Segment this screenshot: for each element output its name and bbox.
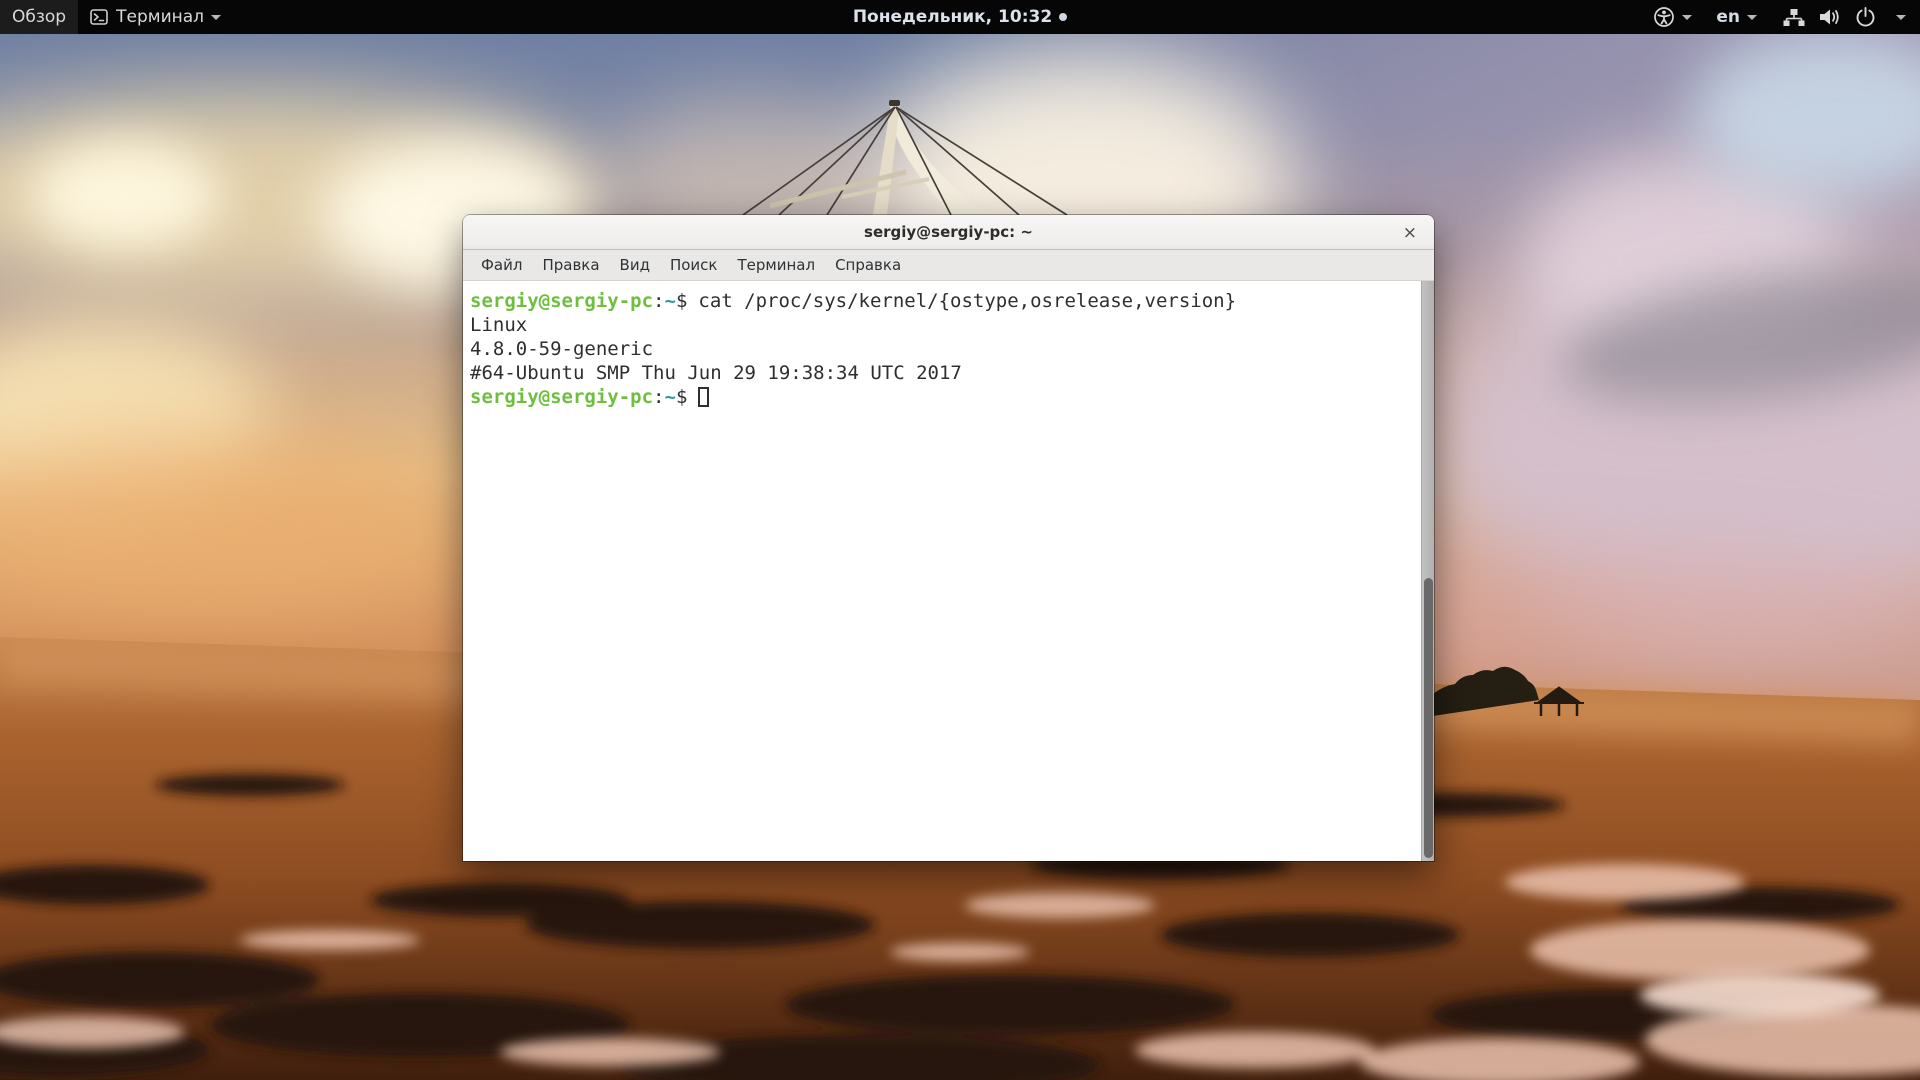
close-button[interactable]: × (1399, 215, 1421, 250)
notification-dot-icon (1059, 13, 1068, 21)
volume-icon (1818, 7, 1842, 27)
app-menu-label: Терминал (116, 7, 205, 27)
prompt-user-host: sergiy@sergiy-pc (470, 290, 654, 312)
menu-help[interactable]: Справка (825, 250, 911, 280)
activities-label: Обзор (12, 7, 67, 27)
prompt-dollar: $ (675, 386, 688, 408)
app-menu-button[interactable]: Терминал (78, 0, 233, 34)
terminal-line-command: sergiy@sergiy-pc:~$ cat /proc/sys/kernel/… (470, 289, 1414, 313)
terminal-icon (90, 9, 108, 25)
menu-terminal[interactable]: Терминал (727, 250, 825, 280)
power-icon (1855, 6, 1876, 28)
terminal-window: sergiy@sergiy-pc: ~ × Файл Правка Вид По… (463, 215, 1434, 861)
activities-button[interactable]: Обзор (0, 0, 79, 34)
caret-down-icon (1747, 14, 1757, 20)
prompt-separator: : (653, 386, 665, 408)
system-menu-button[interactable] (1769, 0, 1920, 34)
accessibility-menu-button[interactable] (1641, 0, 1704, 34)
caret-down-icon (1896, 14, 1906, 20)
caret-down-icon (211, 14, 222, 20)
prompt-path: ~ (664, 290, 676, 312)
caret-down-icon (1682, 14, 1693, 20)
prompt-separator: : (653, 290, 665, 312)
keyboard-layout-label: en (1716, 7, 1740, 27)
menu-search[interactable]: Поиск (660, 250, 728, 280)
accessibility-icon (1653, 6, 1675, 28)
prompt-path: ~ (664, 386, 676, 408)
terminal-scrollbar[interactable] (1421, 281, 1434, 861)
scrollbar-thumb[interactable] (1424, 578, 1433, 858)
top-bar: Обзор Терминал Понедельник, 10:32 en (0, 0, 1920, 34)
terminal-content[interactable]: sergiy@sergiy-pc:~$ cat /proc/sys/kernel/… (463, 281, 1434, 860)
prompt-dollar: $ (675, 290, 688, 312)
keyboard-layout-button[interactable]: en (1704, 0, 1769, 34)
sailboat-mast (742, 100, 1068, 216)
command-text: cat /proc/sys/kernel/{ostype,osrelease,v… (698, 290, 1237, 312)
network-wired-icon (1783, 8, 1805, 27)
terminal-line-output: #64-Ubuntu SMP Thu Jun 29 19:38:34 UTC 2… (470, 362, 962, 384)
clock-label: Понедельник, 10:32 (852, 7, 1053, 27)
clock-button[interactable]: Понедельник, 10:32 (843, 0, 1077, 34)
menu-view[interactable]: Вид (610, 250, 660, 280)
terminal-line-output: 4.8.0-59-generic (470, 338, 654, 360)
window-titlebar[interactable]: sergiy@sergiy-pc: ~ × (463, 215, 1434, 250)
window-menubar: Файл Правка Вид Поиск Терминал Справка (463, 250, 1434, 281)
menu-file[interactable]: Файл (471, 250, 532, 280)
prompt-user-host: sergiy@sergiy-pc (470, 386, 654, 408)
terminal-line-output: Linux (470, 314, 528, 336)
terminal-line-prompt: sergiy@sergiy-pc:~$ (470, 385, 1414, 409)
menu-edit[interactable]: Правка (532, 250, 609, 280)
window-title: sergiy@sergiy-pc: ~ (864, 223, 1033, 241)
terminal-cursor (698, 387, 710, 407)
